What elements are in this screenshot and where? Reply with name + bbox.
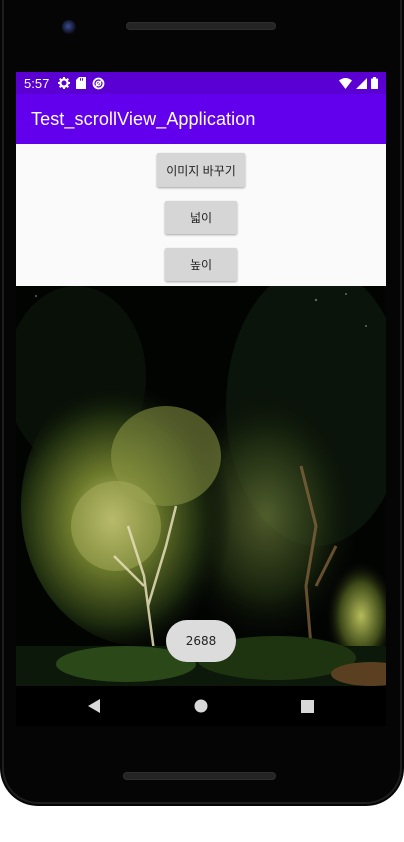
bottom-speaker (123, 772, 276, 780)
earpiece-speaker (126, 22, 276, 30)
gear-icon (58, 77, 71, 89)
navigation-bar (16, 686, 386, 726)
app-bar: Test_scrollView_Application (16, 94, 386, 144)
home-icon[interactable] (191, 696, 211, 716)
width-button[interactable]: 넓이 (165, 201, 237, 234)
toast-message: 2688 (166, 620, 236, 662)
wifi-icon (339, 77, 352, 89)
device-screen: 5:57 Test_scrollView_Application 이미지 바꾸기… (16, 72, 386, 686)
status-icons-left (58, 77, 105, 90)
change-image-button[interactable]: 이미지 바꾸기 (157, 153, 245, 187)
status-bar: 5:57 (16, 72, 386, 94)
cellular-signal-icon (356, 77, 367, 89)
phone-frame: 5:57 Test_scrollView_Application 이미지 바꾸기… (0, 0, 404, 806)
sd-card-icon (76, 77, 87, 89)
status-time: 5:57 (24, 75, 50, 91)
button-panel: 이미지 바꾸기 넓이 높이 (16, 144, 386, 286)
status-icons-right (339, 77, 378, 89)
height-button[interactable]: 높이 (165, 248, 237, 281)
back-icon[interactable] (84, 696, 104, 716)
sync-icon (92, 77, 105, 89)
front-camera (62, 20, 76, 34)
battery-icon (371, 77, 378, 89)
recents-icon[interactable] (297, 696, 317, 716)
app-title: Test_scrollView_Application (31, 108, 256, 129)
